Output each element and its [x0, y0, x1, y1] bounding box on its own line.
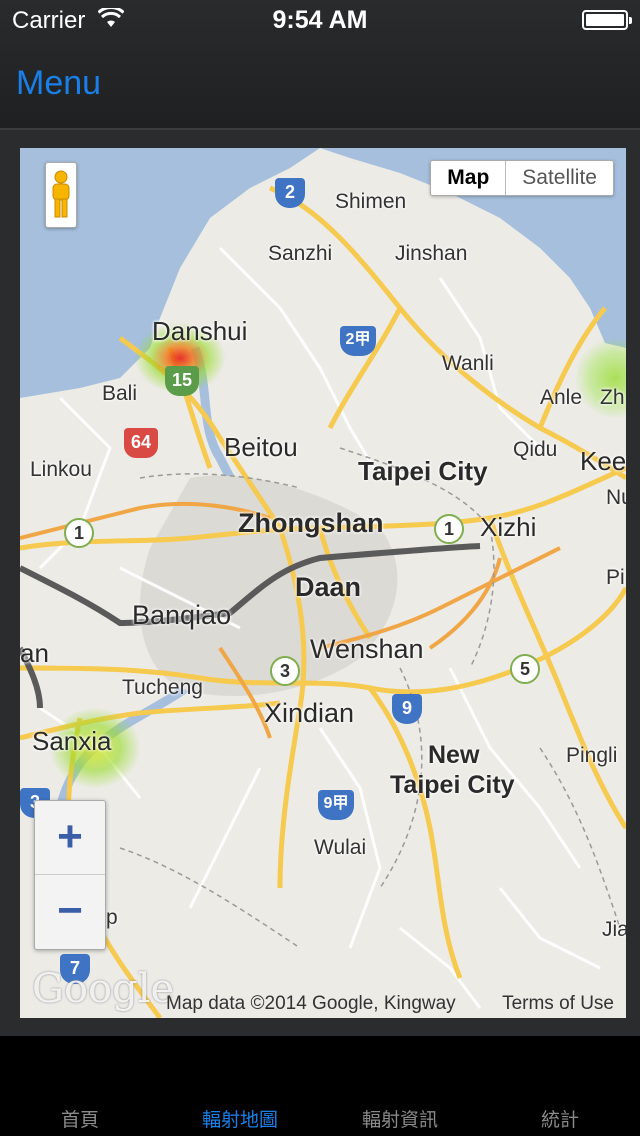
place-label: Zhongshan: [238, 508, 384, 538]
place-label: Danshui: [152, 316, 248, 346]
place-label: Jia: [602, 918, 626, 941]
navigation-bar: Carrier 9:54 AM Menu: [0, 0, 640, 130]
place-label: Bali: [102, 382, 138, 405]
menu-button[interactable]: Menu: [16, 64, 101, 103]
route-shield: 9: [392, 694, 422, 724]
place-label: Pingli: [566, 744, 618, 767]
place-label: Daan: [295, 572, 362, 602]
place-label: Pi: [606, 566, 625, 589]
place-label: p: [106, 906, 118, 929]
route-shield: 1: [64, 518, 94, 548]
place-label: an: [20, 638, 49, 668]
place-label: Kee: [580, 446, 626, 476]
place-label: Tucheng: [122, 676, 203, 699]
map-type-satellite-button[interactable]: Satellite: [506, 161, 613, 195]
place-label: Linkou: [30, 458, 92, 481]
zoom-control: + −: [34, 800, 106, 950]
place-label: Qidu: [513, 438, 558, 461]
tab-home[interactable]: 首頁: [0, 1105, 160, 1132]
clock: 9:54 AM: [272, 6, 368, 34]
place-label: Banqiao: [132, 600, 232, 630]
tab-statistics[interactable]: 統計: [480, 1105, 640, 1132]
place-label: Anle: [540, 386, 583, 409]
place-label: Taipei City: [390, 771, 515, 799]
place-label: Wenshan: [310, 634, 424, 664]
place-label: Wulai: [314, 836, 367, 859]
place-label: Xindian: [264, 698, 355, 728]
route-shield: 15: [165, 366, 199, 396]
place-label: New: [428, 741, 480, 769]
place-label: Shimen: [335, 190, 407, 213]
place-label: Zh: [600, 386, 625, 409]
tab-bar: 首頁 輻射地圖 輻射資訊 統計: [0, 1036, 640, 1136]
place-label: Xizhi: [480, 512, 537, 542]
place-label: Taipei City: [358, 456, 488, 486]
street-view-pegman-icon[interactable]: [45, 162, 77, 228]
terms-of-use-link[interactable]: Terms of Use: [502, 993, 614, 1015]
route-shield: 2: [275, 178, 305, 208]
place-label: Nuan: [606, 486, 626, 509]
map-attribution: Map data ©2014 Google, Kingway: [166, 993, 456, 1014]
map-view[interactable]: Shimen Sanzhi Jinshan Danshui Wanli Bali…: [20, 148, 626, 1018]
status-bar: Carrier 9:54 AM: [0, 0, 640, 40]
map-type-control: Map Satellite: [430, 160, 614, 196]
route-shield: 64: [124, 428, 158, 458]
route-shield: 3: [270, 656, 300, 686]
map-type-map-button[interactable]: Map: [431, 161, 507, 195]
route-shield: 5: [510, 654, 540, 684]
place-label: Sanzhi: [268, 242, 333, 265]
tab-radiation-map[interactable]: 輻射地圖: [160, 1105, 320, 1132]
battery-icon: [582, 10, 632, 30]
place-label: Jinshan: [395, 242, 468, 265]
route-shield: 9甲: [318, 790, 354, 820]
place-label: Sanxia: [32, 726, 112, 756]
google-logo: Google: [32, 966, 175, 1012]
route-shield: 1: [434, 514, 464, 544]
place-label: Beitou: [224, 432, 298, 462]
tab-radiation-info[interactable]: 輻射資訊: [320, 1105, 480, 1132]
place-label: Wanli: [442, 352, 494, 375]
zoom-in-button[interactable]: +: [35, 801, 105, 875]
route-shield: 2甲: [340, 326, 376, 356]
zoom-out-button[interactable]: −: [35, 875, 105, 949]
